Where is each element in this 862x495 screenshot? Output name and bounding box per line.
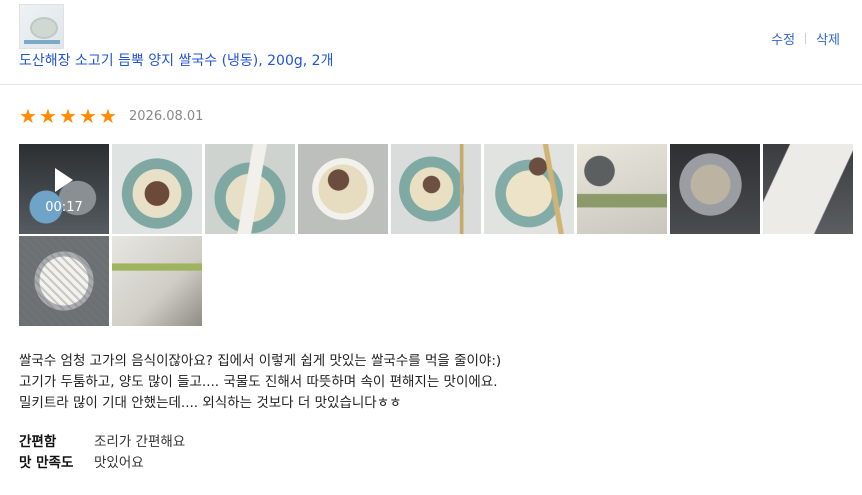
- edit-button[interactable]: 수정: [771, 29, 795, 48]
- bowl-icon: [30, 17, 58, 39]
- photo-bowl-top[interactable]: [298, 144, 388, 234]
- product-thumbnail[interactable]: [19, 4, 64, 49]
- photo-strainer-noodles[interactable]: [19, 236, 109, 326]
- star-icon: ★: [19, 104, 37, 128]
- photo-pot-cooking[interactable]: [670, 144, 760, 234]
- product-title-link[interactable]: 도산해장 소고기 듬뿍 양지 쌀국수 (냉동), 200g, 2개: [19, 50, 333, 70]
- photo-bowl-gold-spoon[interactable]: [484, 144, 574, 234]
- star-icon: ★: [59, 104, 77, 128]
- play-icon[interactable]: [55, 168, 73, 192]
- delete-button[interactable]: 삭제: [816, 29, 840, 48]
- rating-row: ★ ★ ★ ★ ★ 2026.08.01: [19, 106, 203, 126]
- star-icon: ★: [39, 104, 57, 128]
- review-date: 2026.08.01: [129, 108, 204, 124]
- review-line: 쌀국수 엄청 고가의 음식이잖아요? 집에서 이렇게 쉽게 맛있는 쌀국수를 먹…: [19, 353, 502, 369]
- review-actions: 수정 삭제: [771, 29, 840, 48]
- photo-lifting-beef[interactable]: [112, 144, 202, 234]
- attribute-row: 간편함 조리가 간편해요: [19, 432, 185, 453]
- attribute-value: 조리가 간편해요: [94, 434, 186, 450]
- star-icon: ★: [79, 104, 97, 128]
- attribute-label: 맛 만족도: [19, 455, 74, 471]
- star-rating: ★ ★ ★ ★ ★: [19, 106, 119, 126]
- review-header: 도산해장 소고기 듬뿍 양지 쌀국수 (냉동), 200g, 2개 수정 삭제: [0, 0, 862, 85]
- photo-lifting-noodles[interactable]: [205, 144, 295, 234]
- package-stripe: [24, 40, 60, 44]
- review-line: 고기가 두툼하고, 양도 많이 들고.... 국물도 진해서 따뜻하며 속이 편…: [19, 374, 498, 390]
- photo-package-front[interactable]: [763, 144, 853, 234]
- star-icon: ★: [99, 104, 117, 128]
- review-line: 밀키트라 많이 기대 안했는데.... 외식하는 것보다 더 맛있습니다ㅎㅎ: [19, 395, 402, 411]
- video-duration: 00:17: [45, 200, 83, 215]
- photo-bowl-spoon[interactable]: [391, 144, 481, 234]
- video-thumbnail[interactable]: 00:17: [19, 144, 109, 234]
- photo-package-back[interactable]: [112, 236, 202, 326]
- review-text: 쌀국수 엄청 고가의 음식이잖아요? 집에서 이렇게 쉽게 맛있는 쌀국수를 먹…: [19, 351, 501, 414]
- photo-package-and-bowl[interactable]: [577, 144, 667, 234]
- attribute-value: 맛있어요: [94, 455, 144, 471]
- attribute-label: 간편함: [19, 434, 57, 450]
- attribute-row: 맛 만족도 맛있어요: [19, 453, 185, 474]
- action-divider: [805, 33, 807, 44]
- review-attributes: 간편함 조리가 간편해요 맛 만족도 맛있어요: [19, 432, 185, 474]
